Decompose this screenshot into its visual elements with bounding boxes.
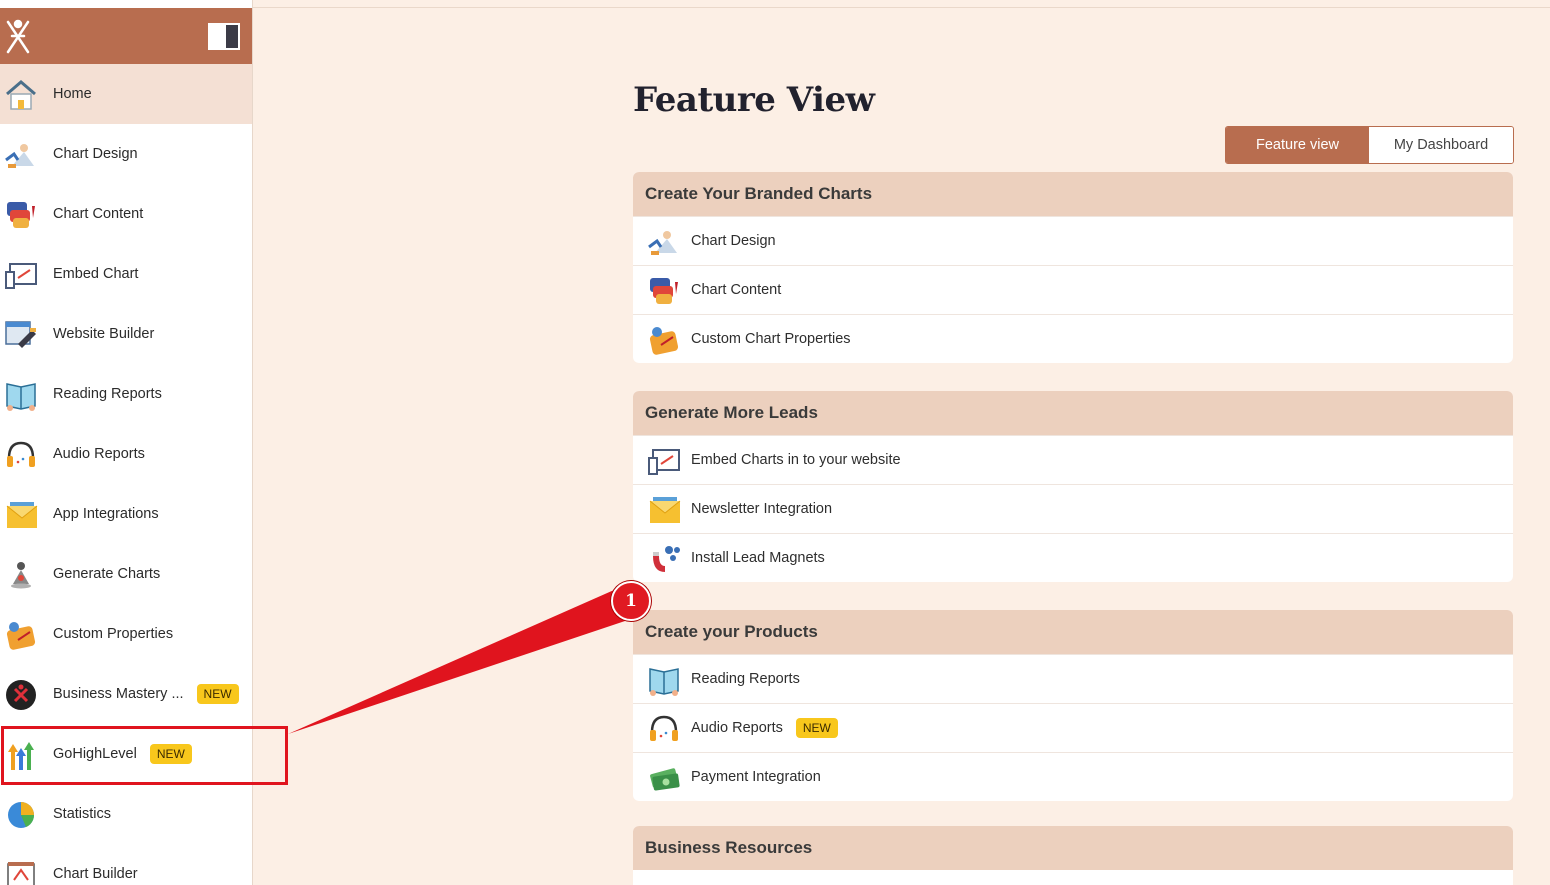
envelope-icon (6, 502, 38, 528)
section-title: Create Your Branded Charts (633, 172, 1513, 216)
feature-row-label: Newsletter Integration (691, 501, 833, 517)
sidebar-item-business-mastery[interactable]: Business Mastery ... NEW (0, 664, 252, 724)
feature-row-label: Chart Design (691, 233, 776, 249)
sidebar-item-label: Statistics (53, 806, 112, 822)
annotation-marker: 1 (611, 581, 651, 621)
section-card-business-resources: Business Resources (633, 826, 1513, 885)
generate-charts-icon (11, 562, 31, 589)
sidebar-item-label: Generate Charts (53, 566, 161, 582)
reading-reports-icon (6, 383, 36, 411)
new-badge: NEW (196, 684, 239, 704)
feature-row-chart-design[interactable]: Chart Design (633, 216, 1513, 265)
section-title: Create your Products (633, 610, 1513, 654)
my-dashboard-button[interactable]: My Dashboard (1369, 127, 1513, 163)
sidebar-item-label: GoHighLevel (53, 746, 137, 762)
sidebar-item-label: Website Builder (53, 326, 155, 342)
sidebar-item-chart-builder[interactable]: Chart Builder (0, 844, 252, 885)
sidebar-item-audio-reports[interactable]: Audio Reports (0, 424, 252, 484)
feature-row-embed-charts[interactable]: Embed Charts in to your website (633, 435, 1513, 484)
sidebar-item-website-builder[interactable]: Website Builder (0, 304, 252, 364)
chart-design-icon (5, 144, 34, 168)
sidebar: Home Chart Design Chart Content Embed Ch… (0, 0, 253, 885)
app-logo-icon[interactable] (4, 16, 32, 56)
website-builder-icon (5, 321, 36, 348)
chart-content-icon (650, 278, 678, 304)
sidebar-item-reading-reports[interactable]: Reading Reports (0, 364, 252, 424)
sidebar-item-label: Reading Reports (53, 386, 162, 402)
sidebar-item-embed-chart[interactable]: Embed Chart (0, 244, 252, 304)
feature-view-button[interactable]: Feature view (1226, 127, 1369, 163)
embed-chart-icon (5, 263, 37, 289)
gohighlevel-icon (8, 742, 34, 770)
feature-row-chart-content[interactable]: Chart Content (633, 265, 1513, 314)
feature-row-payment-integration[interactable]: Payment Integration (633, 752, 1513, 801)
headphones-icon (7, 441, 35, 467)
sidebar-item-label: Chart Design (53, 146, 138, 162)
chart-content-icon (7, 202, 35, 228)
feature-row-custom-chart-properties[interactable]: Custom Chart Properties (633, 314, 1513, 363)
sidebar-collapse-button[interactable] (208, 23, 240, 50)
top-bar (253, 0, 1550, 8)
feature-row-label: Install Lead Magnets (691, 550, 825, 566)
pie-chart-icon (8, 802, 34, 828)
feature-row-newsletter-integration[interactable]: Newsletter Integration (633, 484, 1513, 533)
feature-row-label: Reading Reports (691, 671, 800, 687)
business-mastery-icon (6, 680, 36, 710)
headphones-icon (650, 715, 678, 741)
view-toggle: Feature view My Dashboard (1225, 126, 1514, 164)
feature-row-audio-reports[interactable]: Audio Reports NEW (633, 703, 1513, 752)
sidebar-header (0, 8, 252, 64)
sidebar-item-generate-charts[interactable]: Generate Charts (0, 544, 252, 604)
page-title: Feature View (633, 80, 875, 120)
new-badge: NEW (149, 744, 192, 764)
money-icon (650, 768, 680, 791)
sidebar-item-label: Audio Reports (53, 446, 145, 462)
embed-chart-icon (648, 449, 680, 475)
sidebar-item-label: Custom Properties (53, 626, 174, 642)
sidebar-item-chart-design[interactable]: Chart Design (0, 124, 252, 184)
sidebar-item-label: Embed Chart (53, 266, 139, 282)
sidebar-item-label: Home (53, 86, 92, 102)
chart-builder-icon (7, 862, 35, 885)
sidebar-item-label: Chart Content (53, 206, 144, 222)
magnet-icon (653, 546, 680, 572)
sidebar-item-custom-properties[interactable]: Custom Properties (0, 604, 252, 664)
sidebar-item-home[interactable]: Home (0, 64, 252, 124)
sidebar-item-chart-content[interactable]: Chart Content (0, 184, 252, 244)
feature-row-label: Chart Content (691, 282, 782, 298)
feature-row-label: Audio Reports (691, 720, 783, 736)
new-badge: NEW (795, 718, 838, 738)
custom-properties-icon (649, 327, 679, 355)
section-title: Business Resources (633, 826, 1513, 870)
feature-row-label: Custom Chart Properties (691, 331, 851, 347)
sidebar-item-label: App Integrations (53, 506, 159, 522)
reading-reports-icon (649, 668, 679, 696)
feature-row-lead-magnets[interactable]: Install Lead Magnets (633, 533, 1513, 582)
sidebar-item-gohighlevel[interactable]: GoHighLevel NEW (0, 724, 252, 784)
sidebar-item-statistics[interactable]: Statistics (0, 784, 252, 844)
section-title: Generate More Leads (633, 391, 1513, 435)
sidebar-item-app-integrations[interactable]: App Integrations (0, 484, 252, 544)
feature-row-label: Payment Integration (691, 769, 821, 785)
feature-row-label: Embed Charts in to your website (691, 452, 901, 468)
sidebar-item-label: Chart Builder (53, 866, 138, 882)
envelope-icon (649, 497, 681, 523)
home-icon (6, 80, 36, 110)
feature-row-reading-reports[interactable]: Reading Reports (633, 654, 1513, 703)
sidebar-item-label: Business Mastery ... (53, 686, 184, 702)
section-card-branded-charts: Create Your Branded Charts Chart Design … (633, 172, 1513, 363)
sidebar-nav: Home Chart Design Chart Content Embed Ch… (0, 64, 252, 885)
section-card-create-products: Create your Products Reading Reports Aud… (633, 610, 1513, 801)
custom-properties-icon (6, 622, 36, 650)
section-card-generate-leads: Generate More Leads Embed Charts in to y… (633, 391, 1513, 582)
chart-design-icon (648, 231, 677, 255)
